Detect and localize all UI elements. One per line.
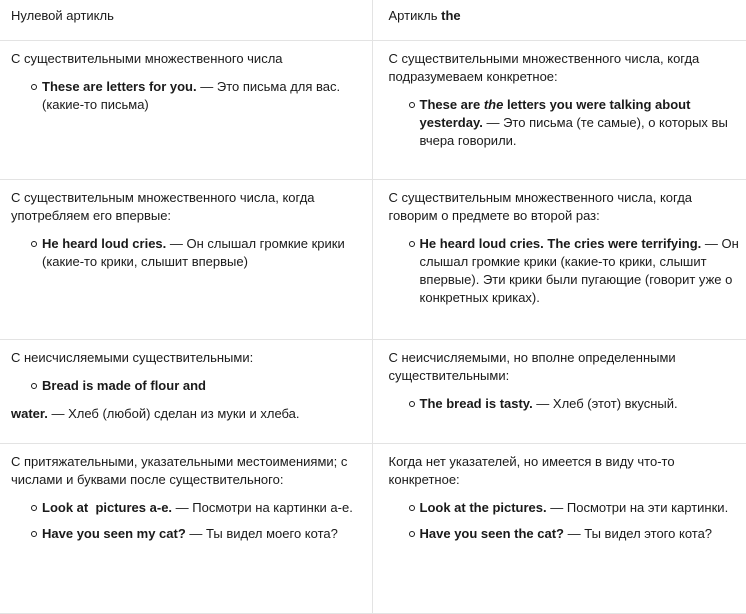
header-article-label: Артикль (388, 8, 442, 23)
table-row: С существительным множественного числа, … (0, 179, 746, 340)
rule-text: Когда нет указателей, но имеется в виду … (388, 454, 675, 487)
example-list: He heard loud cries. The cries were terr… (389, 235, 741, 307)
rule-text: С неисчисляемыми существительными: (11, 350, 254, 365)
cell-zero-article: С существительными множественного числа … (0, 40, 372, 180)
rule-text: С существительным множественного числа, … (388, 190, 693, 223)
example-english: Have you seen my cat? (42, 526, 186, 541)
header-the-word: the (441, 8, 461, 23)
example-list: The bread is tasty. — Хлеб (этот) вкусны… (389, 395, 741, 413)
example-item: Look at the pictures. — Посмотри на эти … (408, 499, 741, 517)
example-english: He heard loud cries. (42, 236, 167, 251)
example-list: Bread is made of flour and (11, 377, 364, 395)
header-article-the: Артикль the (371, 0, 746, 41)
example-item: He heard loud cries. The cries were terr… (408, 235, 741, 307)
cell-article-the: С неисчисляемыми, но вполне определенным… (371, 339, 746, 444)
articles-table: Нулевой артикль Артикль the С существите… (0, 0, 746, 614)
example-item: Have you seen the cat? — Ты видел этого … (408, 525, 741, 543)
example-article-emphasis: the (483, 97, 504, 112)
example-list: These are the letters you were talking a… (389, 96, 741, 150)
example-english: Have you seen the cat? (419, 526, 565, 541)
example-english: These are (419, 97, 484, 112)
header-zero-article-label: Нулевой артикль (11, 8, 114, 23)
table-row: С существительными множественного числа … (0, 40, 746, 180)
example-item: Look at pictures a-e. — Посмотри на карт… (31, 499, 364, 517)
example-list: These are letters for you. — Это письма … (11, 78, 364, 114)
example-translation: — Посмотри на эти картинки. (546, 500, 729, 515)
example-list: Look at the pictures. — Посмотри на эти … (389, 499, 741, 543)
rule-text: С существительными множественного числа (11, 51, 283, 66)
example-list: Look at pictures a-e. — Посмотри на карт… (11, 499, 364, 543)
example-continuation: water. — Хлеб (любой) сделан из муки и х… (11, 405, 364, 423)
cell-zero-article: С неисчисляемыми существительными: Bread… (0, 339, 372, 444)
example-item: Have you seen my cat? — Ты видел моего к… (31, 525, 364, 543)
example-item: Bread is made of flour and (31, 377, 364, 395)
example-translation: — Посмотри на картинки а-е. (172, 500, 353, 515)
table-row: С притяжательными, указательными местоим… (0, 443, 746, 614)
example-translation: — Хлеб (этот) вкусный. (532, 396, 678, 411)
header-row: Нулевой артикль Артикль the (0, 0, 746, 41)
cell-article-the: Когда нет указателей, но имеется в виду … (371, 443, 746, 614)
example-translation: — Ты видел моего кота? (185, 526, 338, 541)
cell-zero-article: С существительным множественного числа, … (0, 179, 372, 340)
cell-zero-article: С притяжательными, указательными местоим… (0, 443, 372, 614)
example-item: He heard loud cries. — Он слышал громкие… (31, 235, 364, 271)
example-translation: — Хлеб (любой) сделан из муки и хлеба. (47, 406, 300, 421)
header-zero-article: Нулевой артикль (0, 0, 372, 41)
rule-text: С неисчисляемыми, но вполне определенным… (388, 350, 676, 383)
example-item: These are letters for you. — Это письма … (31, 78, 364, 114)
cell-article-the: С существительными множественного числа,… (371, 40, 746, 180)
rule-text: С существительными множественного числа,… (388, 51, 700, 84)
rule-text: С притяжательными, указательными местоим… (11, 454, 348, 487)
example-item: These are the letters you were talking a… (408, 96, 741, 150)
example-english: Bread is made of flour and (42, 378, 206, 393)
example-translation: — Ты видел этого кота? (564, 526, 713, 541)
example-english: Look at pictures a-e. (42, 500, 173, 515)
cell-article-the: С существительным множественного числа, … (371, 179, 746, 340)
example-item: The bread is tasty. — Хлеб (этот) вкусны… (408, 395, 741, 413)
example-english: These are letters for you. (42, 79, 197, 94)
example-english: The bread is tasty. (419, 396, 533, 411)
example-english: He heard loud cries. The cries were terr… (419, 236, 702, 251)
example-english: Look at the pictures. (419, 500, 547, 515)
example-list: He heard loud cries. — Он слышал громкие… (11, 235, 364, 271)
example-english-cont: water. (11, 406, 48, 421)
table-row: С неисчисляемыми существительными: Bread… (0, 339, 746, 444)
rule-text: С существительным множественного числа, … (11, 190, 315, 223)
